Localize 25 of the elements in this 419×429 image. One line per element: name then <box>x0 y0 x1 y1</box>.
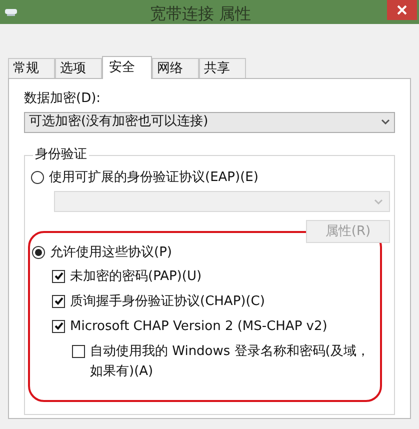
tab[interactable]: 网络 <box>152 58 199 78</box>
window-title: 宽带连接 属性 <box>150 3 252 25</box>
checkbox[interactable] <box>52 294 65 308</box>
checkbox[interactable] <box>52 270 65 282</box>
checkbox-label: Microsoft CHAP Version 2 (MS-CHAP v2) <box>70 318 328 336</box>
checkbox-label: 自动使用我的 Windows 登录名称和密码(及域，如果有)(A) <box>90 342 370 380</box>
radio-button[interactable] <box>32 246 45 260</box>
checkbox[interactable] <box>72 344 85 358</box>
close-button[interactable] <box>387 0 417 20</box>
radio-label: 允许使用这些协议(P) <box>50 244 172 262</box>
chevron-down-icon <box>374 198 383 204</box>
tab[interactable]: 常规 <box>8 58 55 78</box>
checkbox-label: 未加密的密码(PAP)(U) <box>70 268 202 286</box>
chevron-down-icon <box>381 119 390 125</box>
tab[interactable]: 安全 <box>102 56 152 79</box>
group-title: 身份验证 <box>33 146 89 162</box>
radio-button[interactable] <box>31 170 44 184</box>
field-label: 数据加密(D): <box>24 90 102 108</box>
radio-label: 使用可扩展的身份验证协议(EAP)(E) <box>49 168 258 186</box>
checkbox[interactable] <box>52 320 65 332</box>
tab[interactable]: 选项 <box>55 58 102 78</box>
close-icon <box>397 5 407 15</box>
tab[interactable]: 共享 <box>199 58 246 78</box>
checkbox-label: 质询握手身份验证协议(CHAP)(C) <box>70 292 265 310</box>
encryption-dropdown[interactable]: 可选加密(没有加密也可以连接) <box>24 112 395 132</box>
